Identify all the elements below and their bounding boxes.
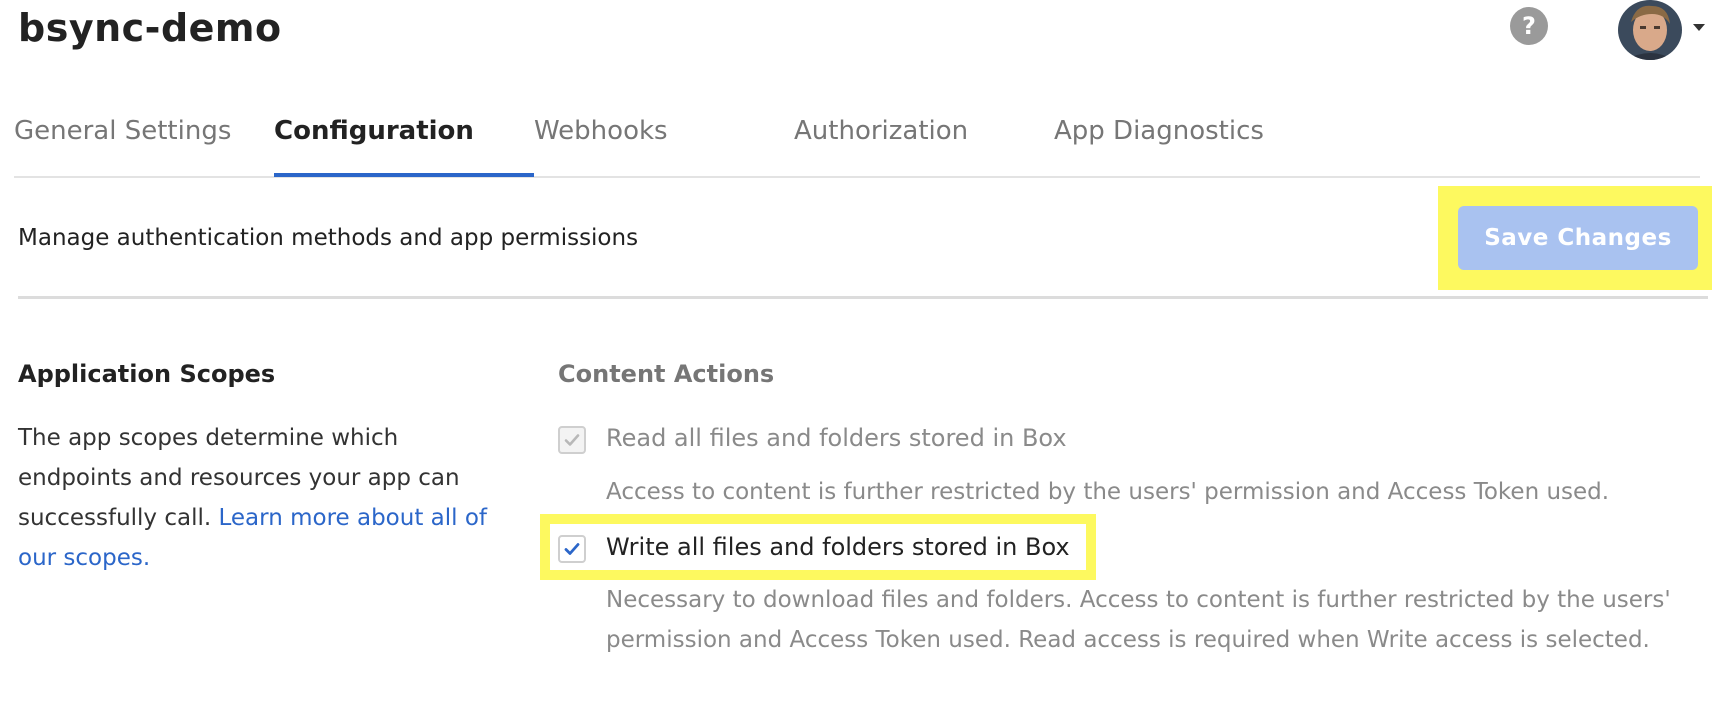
application-scopes-description: The app scopes determine which endpoints…	[18, 418, 488, 578]
read-files-label: Read all files and folders stored in Box	[606, 424, 1067, 452]
check-icon	[564, 434, 580, 446]
content-actions-title: Content Actions	[558, 360, 775, 388]
avatar-image	[1618, 0, 1682, 60]
tab-bar: General Settings Configuration Webhooks …	[14, 100, 1700, 178]
save-changes-button[interactable]: Save Changes	[1458, 206, 1698, 270]
tab-configuration[interactable]: Configuration	[274, 116, 474, 146]
check-icon	[564, 543, 580, 555]
tab-authorization[interactable]: Authorization	[794, 116, 968, 146]
tab-app-diagnostics[interactable]: App Diagnostics	[1054, 116, 1264, 146]
active-tab-indicator	[274, 173, 534, 177]
help-icon[interactable]: ?	[1510, 7, 1548, 45]
user-avatar[interactable]	[1618, 0, 1682, 60]
tab-webhooks[interactable]: Webhooks	[534, 116, 668, 146]
page-subtitle: Manage authentication methods and app pe…	[18, 225, 639, 251]
write-files-help-text: Necessary to download files and folders.…	[606, 587, 1671, 653]
write-files-label[interactable]: Write all files and folders stored in Bo…	[606, 533, 1070, 561]
write-files-checkbox[interactable]	[558, 535, 586, 563]
section-divider	[18, 296, 1708, 299]
tab-general-settings[interactable]: General Settings	[14, 116, 231, 146]
chevron-down-icon[interactable]	[1693, 24, 1705, 31]
app-page: bsync-demo ? General Settings Configurat…	[0, 0, 1712, 712]
application-scopes-title: Application Scopes	[18, 360, 276, 388]
read-files-checkbox[interactable]	[558, 426, 586, 454]
app-title: bsync-demo	[18, 6, 282, 50]
read-files-help-text: Access to content is further restricted …	[606, 479, 1610, 505]
